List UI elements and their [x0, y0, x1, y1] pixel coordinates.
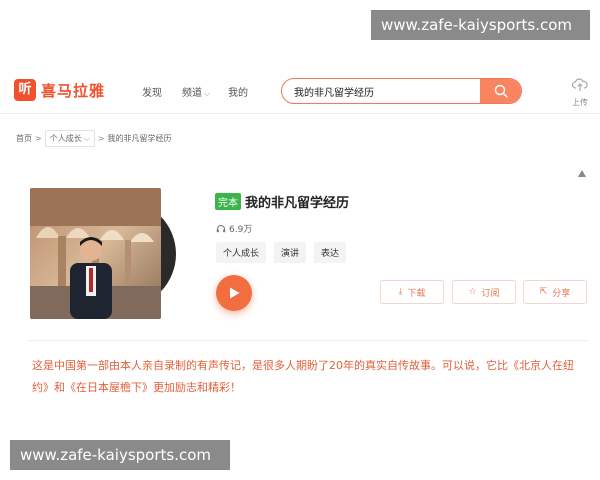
- play-icon: [230, 287, 240, 299]
- divider: [28, 340, 588, 341]
- status-badge: 完本: [215, 193, 241, 210]
- share-icon: ⇱: [539, 287, 548, 297]
- album-title-row: 完本 我的非凡留学经历: [215, 192, 349, 211]
- album-description: 这是中国第一部由本人亲自录制的有声传记，是很多人期盼了20年的真实自传故事。可以…: [32, 359, 574, 394]
- chevron-down-icon: ⌵: [204, 89, 211, 98]
- breadcrumb-home[interactable]: 首页: [16, 133, 32, 144]
- upload-label: 上传: [572, 98, 588, 107]
- top-header: 听 喜马拉雅 发现 频道⌵ 我的 上传: [0, 68, 600, 114]
- watermark-bottom: www.zafe-kaiysports.com: [10, 440, 230, 470]
- search-button[interactable]: [480, 79, 521, 103]
- chevron-down-icon: ⌵: [83, 133, 90, 143]
- breadcrumb-current: 我的非凡留学经历: [107, 134, 172, 143]
- download-icon: ⤓: [398, 287, 403, 297]
- breadcrumb-separator: >: [35, 134, 42, 143]
- download-button[interactable]: ⤓ 下载: [380, 280, 444, 304]
- logo-icon: 听: [14, 79, 36, 101]
- share-button[interactable]: ⇱ 分享: [523, 280, 587, 304]
- search-icon: [494, 84, 508, 98]
- watermark-top: www.zafe-kaiysports.com: [371, 10, 590, 40]
- play-button[interactable]: [216, 275, 252, 311]
- upload-cloud-icon: [571, 78, 588, 91]
- play-count: 6.9万: [216, 222, 252, 235]
- breadcrumb-category-label: 个人成长: [49, 134, 82, 143]
- subscribe-button[interactable]: ☆ 订阅: [452, 280, 516, 304]
- album-cover: [30, 188, 161, 319]
- play-count-value: 6.9万: [229, 225, 253, 235]
- tag-item[interactable]: 表达: [314, 242, 347, 263]
- logo[interactable]: 听 喜马拉雅: [14, 79, 105, 101]
- star-icon: ☆: [468, 287, 477, 297]
- nav-channel[interactable]: 频道 ⌵: [182, 84, 210, 99]
- search-input[interactable]: [294, 79, 484, 103]
- share-label: 分享: [552, 288, 571, 299]
- tag-item[interactable]: 个人成长: [216, 242, 267, 263]
- nav-channel-label: 频道: [182, 88, 202, 99]
- tag-item[interactable]: 演讲: [274, 242, 307, 263]
- logo-text: 喜马拉雅: [41, 81, 106, 100]
- nav-discover[interactable]: 发现: [142, 84, 162, 99]
- chevron-up-icon[interactable]: [578, 170, 586, 177]
- breadcrumb-category[interactable]: 个人成长 ⌵: [44, 130, 95, 147]
- search-box: [281, 78, 522, 104]
- upload-button[interactable]: 上传: [567, 77, 593, 108]
- tag-list: 个人成长 演讲 表达: [216, 242, 354, 263]
- breadcrumb-separator: >: [97, 134, 105, 143]
- album-title: 我的非凡留学经历: [245, 196, 350, 211]
- headphones-icon: [216, 225, 226, 233]
- nav-mine[interactable]: 我的: [228, 84, 248, 99]
- breadcrumb: 首页 > 个人成长 ⌵ > 我的非凡留学经历: [16, 130, 171, 147]
- download-label: 下载: [407, 288, 426, 299]
- subscribe-label: 订阅: [481, 288, 500, 299]
